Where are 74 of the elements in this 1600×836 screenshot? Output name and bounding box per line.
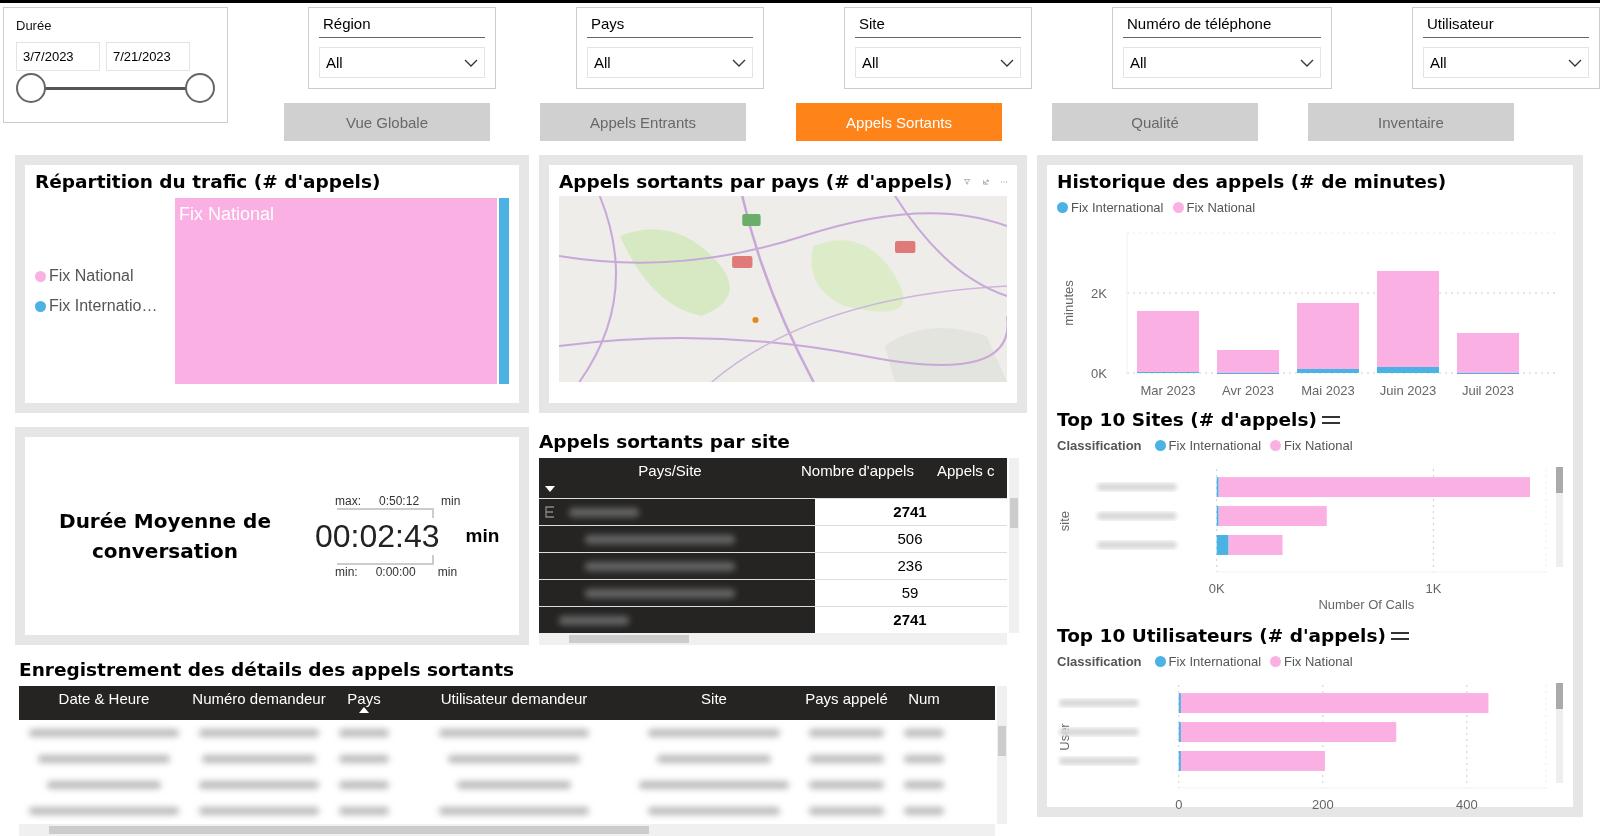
legend-label: Fix International <box>1168 438 1262 453</box>
axis-tick-label: 0K <box>1208 580 1225 596</box>
column-header[interactable]: Nombre d'appels <box>801 462 937 498</box>
kpi-value: 00:02:43 <box>315 517 440 555</box>
dropdown-field[interactable]: All <box>1123 47 1321 78</box>
axis-tick-label: Avr 2023 <box>1222 383 1274 398</box>
axis-title: Number Of Calls <box>1318 596 1415 612</box>
axis-tick-label: 0K <box>1091 366 1107 381</box>
column-header[interactable]: Site <box>701 690 727 707</box>
axis-tick-label: 400 <box>1456 796 1478 812</box>
axis-tick-label: 1K <box>1425 580 1442 596</box>
column-header[interactable]: Utilisateur demandeur <box>440 690 588 707</box>
dropdown-field[interactable]: All <box>855 47 1021 78</box>
legend-label: Fix National <box>49 267 134 285</box>
column-header[interactable]: Appels c <box>937 462 995 498</box>
min-label: min: <box>335 564 358 579</box>
legend-label: Fix National <box>1284 654 1353 669</box>
chart-title: Historique des appels (# de minutes) <box>1057 171 1447 192</box>
chart-title: Appels sortants par pays (# d'appels) <box>559 171 953 192</box>
slicer-title: Numéro de téléphone <box>1123 12 1321 38</box>
column-header[interactable]: Numéro demandeur <box>192 690 326 707</box>
table-title: Enregistrement des détails des appels sortants <box>19 659 515 680</box>
axis-tick-label: Mar 2023 <box>1140 383 1196 398</box>
legend-title: Classification <box>1057 438 1142 453</box>
slicer-title: Durée <box>16 18 52 33</box>
column-header[interactable]: Date & Heure <box>58 690 150 707</box>
table-title: Appels sortants par site <box>539 431 790 452</box>
end-date-field[interactable]: 7/21/2023 <box>106 42 190 71</box>
table-cell-text: 59 <box>900 583 920 603</box>
legend-label: Fix International <box>1168 654 1262 669</box>
column-header[interactable]: Pays <box>347 690 381 707</box>
slicer-title: Utilisateur <box>1423 12 1589 38</box>
chart-title: Top 10 Utilisateurs (# d'appels) <box>1057 625 1386 646</box>
axis-tick-label: Juil 2023 <box>1462 383 1514 398</box>
max-value: 0:50:12 <box>379 493 420 508</box>
page-button[interactable]: Appels Entrants <box>540 103 746 141</box>
min-value: 0:00:00 <box>375 564 416 579</box>
max-label: max: <box>335 493 361 508</box>
legend-title: Classification <box>1057 654 1142 669</box>
dropdown-field[interactable]: All <box>1423 47 1589 78</box>
axis-tick-label: 200 <box>1311 796 1334 812</box>
axis-tick-label: 0 <box>1175 796 1183 812</box>
page-button[interactable]: Vue Globale <box>284 103 490 141</box>
chart-title: Répartition du trafic (# d'appels) <box>35 171 381 192</box>
axis-tick-label: 2K <box>1091 286 1107 301</box>
axis-title: site <box>1057 510 1072 532</box>
unit-label: min <box>465 525 500 547</box>
kpi-title: Durée Moyenne de conversation <box>58 508 272 565</box>
axis-title: User <box>1057 723 1072 751</box>
column-header[interactable]: Pays appelé <box>805 690 888 707</box>
table-cell-text: 506 <box>896 529 924 549</box>
legend-label: Fix National <box>1186 200 1256 215</box>
axis-tick-label: Juin 2023 <box>1379 383 1437 398</box>
axis-tick-label: Mai 2023 <box>1301 383 1355 398</box>
unit-label: min <box>441 493 461 508</box>
unit-label: min <box>437 564 458 579</box>
chart-title: Top 10 Sites (# d'appels) <box>1057 409 1317 430</box>
column-header[interactable]: Num <box>908 690 940 707</box>
start-date-field[interactable]: 3/7/2023 <box>16 42 100 71</box>
dropdown-field[interactable]: All <box>587 47 753 78</box>
table-cell-text: 2741 <box>892 502 928 522</box>
legend-label: Fix International <box>1071 200 1164 215</box>
slicer-title: Région <box>319 12 485 38</box>
legend-label: Fix National <box>1284 438 1353 453</box>
page-button[interactable]: Qualité <box>1052 103 1258 141</box>
slicer-title: Pays <box>587 12 753 38</box>
axis-title: minutes <box>1061 280 1076 326</box>
legend-label: Fix Internatio… <box>49 297 158 315</box>
table-cell-text: 236 <box>896 556 924 576</box>
page-button[interactable]: Inventaire <box>1308 103 1514 141</box>
column-header[interactable]: Pays/Site <box>539 462 801 498</box>
slicer-title: Site <box>855 12 1021 38</box>
table-cell-text: 2741 <box>892 610 928 630</box>
dropdown-field[interactable]: All <box>319 47 485 78</box>
